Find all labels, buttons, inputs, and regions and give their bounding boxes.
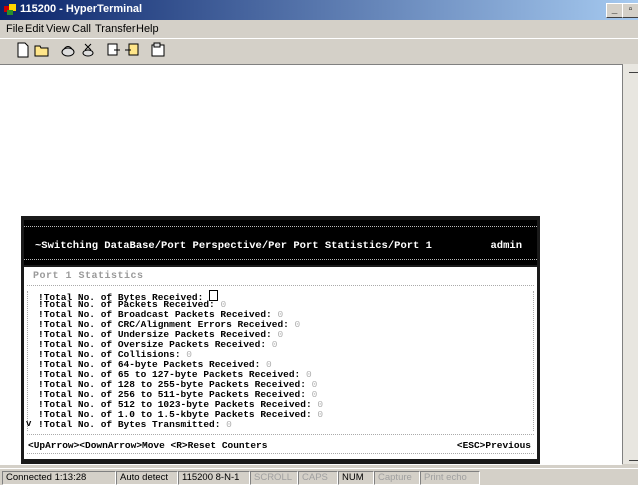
status-bar: Connected 1:13:28 Auto detect 115200 8-N… bbox=[0, 468, 638, 485]
menu-view[interactable]: View bbox=[46, 23, 70, 35]
scroll-tick bbox=[629, 72, 638, 73]
panel-border-left bbox=[27, 291, 28, 431]
maximize-button[interactable]: ▫ bbox=[622, 3, 638, 18]
minimize-button[interactable]: _ bbox=[606, 3, 623, 18]
receive-icon[interactable] bbox=[124, 42, 140, 58]
terminal-header: ~Switching DataBase/Port Perspective/Per… bbox=[24, 220, 537, 265]
title-bar: 115200 - HyperTerminal _ ▫ bbox=[0, 0, 638, 20]
menu-edit[interactable]: Edit bbox=[25, 23, 44, 35]
header-border bbox=[24, 259, 537, 260]
footer-key-help: <UpArrow><DownArrow>Move <R>Reset Counte… bbox=[28, 440, 268, 451]
panel-title: Port 1 Statistics bbox=[33, 271, 144, 282]
properties-icon[interactable] bbox=[150, 42, 166, 58]
footer-previous: <ESC>Previous bbox=[456, 440, 531, 451]
panel-divider bbox=[27, 285, 534, 286]
new-icon[interactable] bbox=[15, 42, 31, 58]
vertical-scrollbar[interactable] bbox=[622, 64, 638, 464]
menu-file[interactable]: File bbox=[6, 23, 24, 35]
terminal-screen: ~Switching DataBase/Port Perspective/Per… bbox=[21, 216, 540, 464]
menu-bar: File Edit View Call Transfer Help bbox=[0, 20, 638, 38]
menu-call[interactable]: Call bbox=[72, 23, 91, 35]
send-icon[interactable] bbox=[106, 42, 122, 58]
connect-icon[interactable] bbox=[60, 42, 76, 58]
menu-path: ~Switching DataBase/Port Perspective/Per… bbox=[35, 240, 432, 252]
open-icon[interactable] bbox=[34, 42, 50, 58]
scroll-tick bbox=[629, 460, 638, 461]
stat-value: 0 bbox=[317, 409, 324, 420]
scroll-down-indicator: v bbox=[26, 419, 32, 429]
toolbar bbox=[0, 38, 638, 65]
menu-transfer[interactable]: Transfer bbox=[95, 23, 136, 35]
panel-border-right bbox=[533, 291, 534, 431]
stat-value: 0 bbox=[271, 339, 278, 350]
stat-value: 0 bbox=[226, 419, 232, 430]
statistics-panel: Port 1 Statistics !Total No. of Bytes Re… bbox=[24, 267, 537, 459]
stat-label: !Total No. of Bytes Transmitted: bbox=[38, 419, 227, 430]
header-border bbox=[24, 226, 537, 227]
user-name: admin bbox=[490, 240, 522, 252]
minimize-icon: _ bbox=[611, 4, 618, 15]
stat-value: 0 bbox=[277, 329, 284, 340]
menu-help[interactable]: Help bbox=[136, 23, 159, 35]
hyperterminal-icon bbox=[4, 4, 16, 15]
disconnect-icon[interactable] bbox=[80, 42, 96, 58]
footer-divider bbox=[27, 434, 534, 435]
stat-bytes-transmitted[interactable]: !Total No. of Bytes Transmitted: 0 bbox=[38, 420, 232, 430]
maximize-icon: ▫ bbox=[628, 4, 633, 15]
footer-divider bbox=[27, 453, 534, 454]
stat-value: 0 bbox=[294, 319, 301, 330]
window-title: 115200 - HyperTerminal bbox=[20, 3, 143, 15]
